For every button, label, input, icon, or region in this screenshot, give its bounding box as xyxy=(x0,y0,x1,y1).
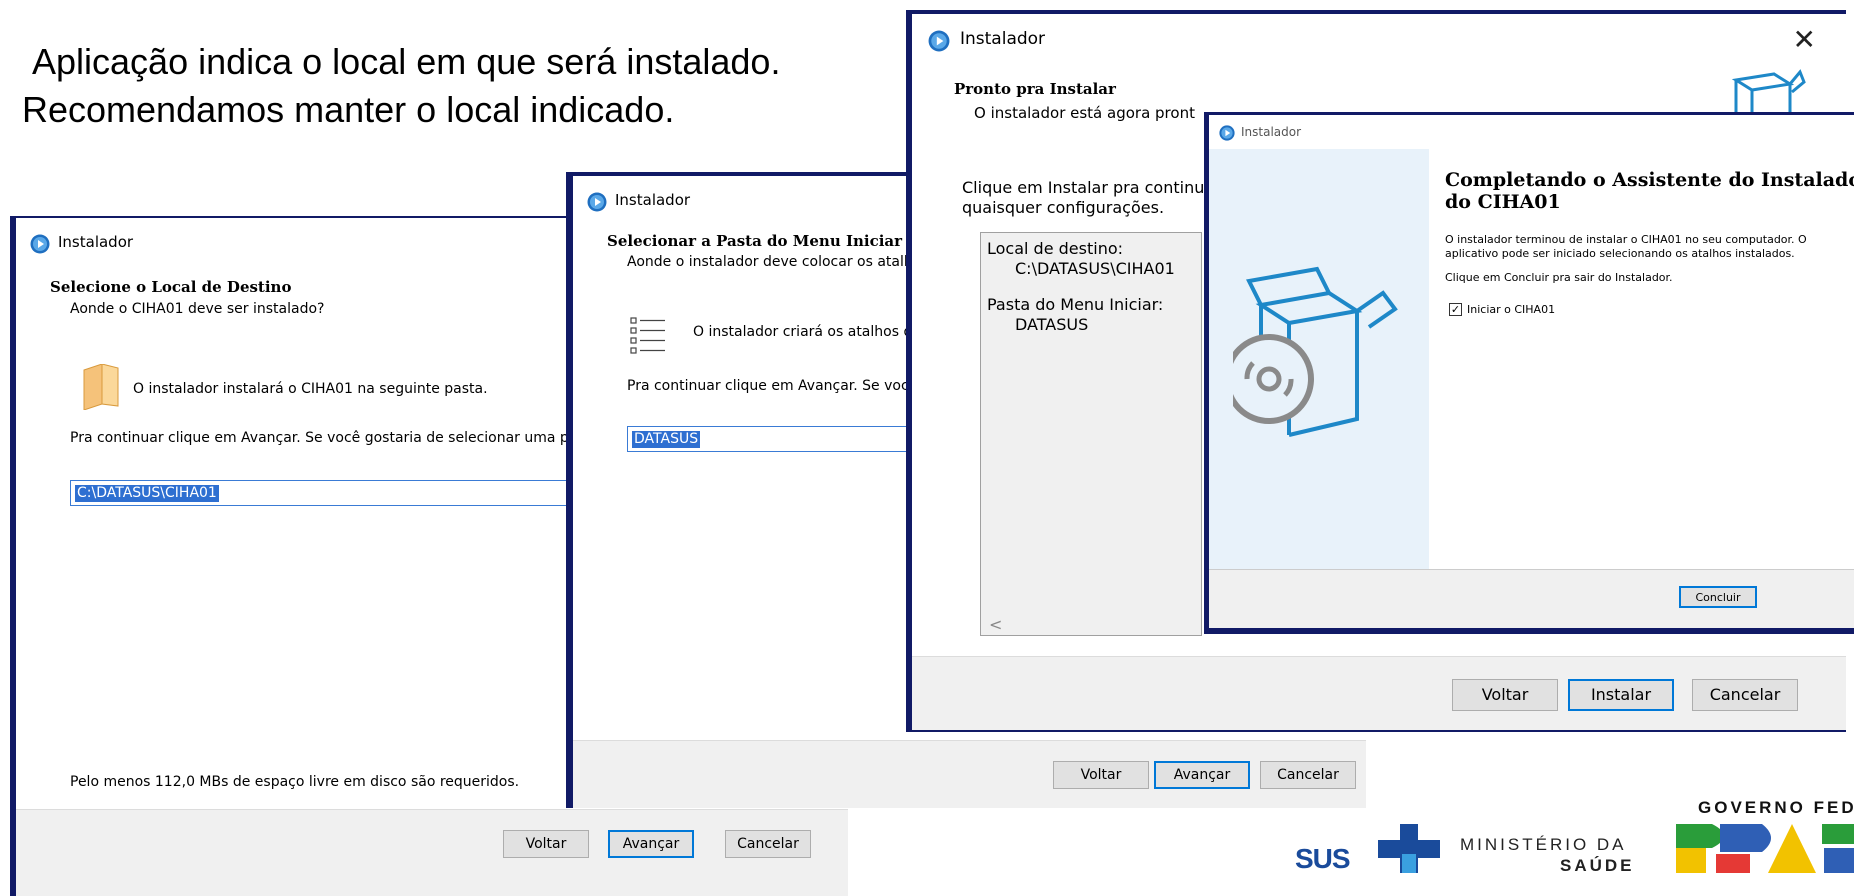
cancel-button[interactable]: Cancelar xyxy=(1692,679,1798,711)
button-bar: Concluir xyxy=(1209,569,1854,628)
instruction-text: Pra continuar clique em Avançar. Se você… xyxy=(70,430,591,446)
instruction-line-1: Clique em Instalar pra continu xyxy=(962,178,1205,197)
button-bar: Voltar Avançar Cancelar xyxy=(573,740,1366,808)
close-icon[interactable]: ✕ xyxy=(1793,26,1816,54)
launch-checkbox-label: Iniciar o CIHA01 xyxy=(1467,303,1556,316)
ministry-line-2: SAÚDE xyxy=(1560,856,1635,875)
installer-app-icon xyxy=(30,234,50,254)
install-info-text: O instalador instalará o CIHA01 na segui… xyxy=(133,381,488,397)
instruction-text: Pra continuar clique em Avançar. Se voc xyxy=(627,378,909,394)
brasil-logo xyxy=(1676,824,1854,873)
shortcut-list-icon xyxy=(630,317,665,354)
installer-app-icon xyxy=(587,192,607,212)
installer-window-finish: Instalador Completando o Assistente do I… xyxy=(1204,112,1854,634)
cancel-button[interactable]: Cancelar xyxy=(725,830,811,858)
install-button[interactable]: Instalar xyxy=(1568,679,1674,711)
page-subheading: Aonde o instalador deve colocar os atalh xyxy=(627,254,913,270)
installer-app-icon xyxy=(928,30,950,52)
instruction-line-2: quaisquer configurações. xyxy=(962,198,1165,217)
destination-value: C:\DATASUS\CIHA01 xyxy=(1015,259,1175,278)
window-title: Instalador xyxy=(960,29,1046,49)
scroll-left-arrow[interactable]: < xyxy=(989,615,1002,634)
back-button[interactable]: Voltar xyxy=(1053,761,1149,789)
window-title: Instalador xyxy=(1241,125,1302,139)
ministry-line-1: MINISTÉRIO DA xyxy=(1460,835,1627,854)
next-button[interactable]: Avançar xyxy=(1154,761,1250,789)
title-bar[interactable]: Instalador xyxy=(1209,115,1854,149)
page-subheading: Aonde o CIHA01 deve ser instalado? xyxy=(70,301,325,317)
back-button[interactable]: Voltar xyxy=(1452,679,1558,711)
folder-icon xyxy=(83,364,119,410)
button-bar: Voltar Avançar Cancelar xyxy=(16,809,848,896)
back-button[interactable]: Voltar xyxy=(503,830,589,858)
title-bar[interactable]: Instalador ✕ xyxy=(912,14,1846,60)
menu-folder-value: DATASUS xyxy=(1015,315,1089,334)
install-box-disc-icon xyxy=(1233,266,1398,437)
sus-cross-logo xyxy=(1378,824,1440,873)
install-box-icon xyxy=(1731,69,1806,112)
finish-text-line-3: Clique em Concluir pra sair do Instalado… xyxy=(1445,271,1673,284)
page-heading: Selecionar a Pasta do Menu Iniciar xyxy=(607,232,903,250)
intro-line-2: Recomendamos manter o local indicado. xyxy=(22,89,675,130)
government-label: GOVERNO FED xyxy=(1698,798,1854,817)
shortcut-info-text: O instalador criará os atalhos d xyxy=(693,324,913,340)
window-title: Instalador xyxy=(58,233,134,251)
finish-heading-line-2: do CIHA01 xyxy=(1445,191,1561,213)
finish-button[interactable]: Concluir xyxy=(1679,586,1757,608)
page-subheading: O instalador está agora pront xyxy=(974,104,1195,122)
disk-space-text: Pelo menos 112,0 MBs de espaço livre em … xyxy=(70,774,520,790)
finish-heading-line-1: Completando o Assistente do Instalador xyxy=(1445,169,1854,191)
intro-text: Aplicação indica o local em que será ins… xyxy=(22,38,780,134)
folder-value: DATASUS xyxy=(632,431,701,448)
launch-checkbox[interactable]: ✓ xyxy=(1449,303,1462,316)
cancel-button[interactable]: Cancelar xyxy=(1260,761,1356,789)
page-heading: Selecione o Local de Destino xyxy=(50,278,292,296)
menu-folder-label: Pasta do Menu Iniciar: xyxy=(987,295,1164,314)
window-title: Instalador xyxy=(615,191,691,209)
intro-line-1: Aplicação indica o local em que será ins… xyxy=(32,41,781,82)
button-bar: Voltar Instalar Cancelar xyxy=(912,656,1846,730)
installer-app-icon xyxy=(1219,125,1235,141)
sus-logo-text: SUS xyxy=(1295,843,1351,874)
path-value: C:\DATASUS\CIHA01 xyxy=(75,485,219,502)
finish-text-line-2: aplicativo pode ser iniciado selecionand… xyxy=(1445,247,1795,260)
wizard-side-panel xyxy=(1209,149,1429,569)
summary-box[interactable]: Local de destino: C:\DATASUS\CIHA01 Past… xyxy=(980,232,1202,636)
next-button[interactable]: Avançar xyxy=(608,830,694,858)
page-heading: Pronto pra Instalar xyxy=(954,80,1116,98)
destination-label: Local de destino: xyxy=(987,239,1124,258)
finish-text-line-1: O instalador terminou de instalar o CIHA… xyxy=(1445,233,1807,246)
